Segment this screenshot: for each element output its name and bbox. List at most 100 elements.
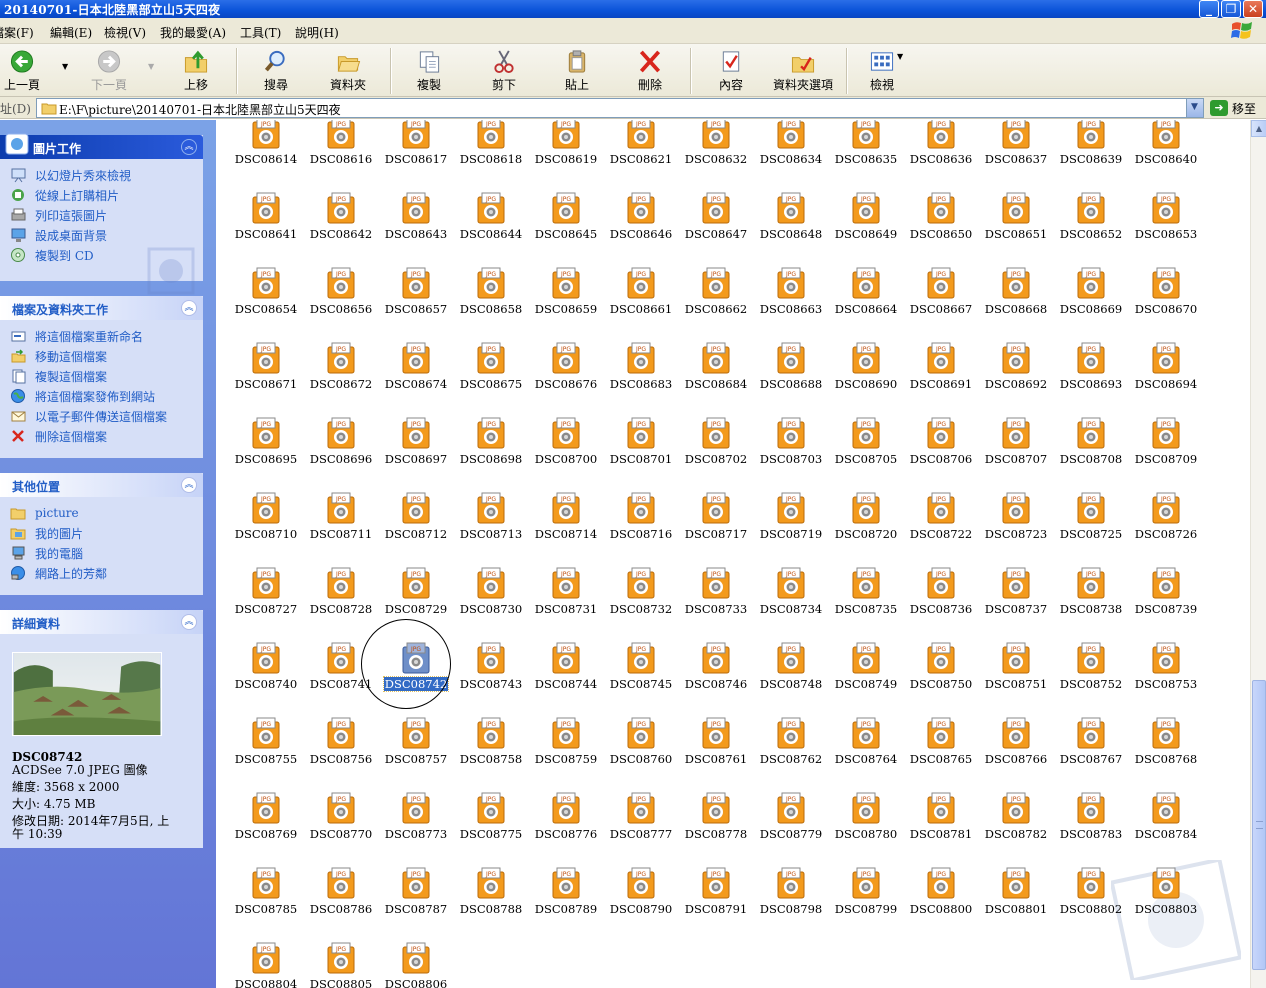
file-item[interactable]: JPG DSC08646 [603, 192, 679, 253]
other-places-header[interactable]: 其他位置 ︽ [0, 473, 203, 497]
file-item[interactable]: JPG DSC08745 [603, 642, 679, 703]
file-item[interactable]: JPG DSC08708 [1053, 417, 1129, 478]
collapse-chevron-icon[interactable]: ︽ [181, 477, 197, 493]
file-item[interactable]: JPG DSC08770 [303, 792, 379, 853]
file-item[interactable]: JPG DSC08717 [678, 492, 754, 553]
title-bar[interactable]: 20140701-日本北陸黑部立山5天四夜 _ ❐ ✕ [0, 0, 1266, 18]
file-item[interactable]: JPG DSC08737 [978, 567, 1054, 628]
file-item[interactable]: JPG DSC08731 [528, 567, 604, 628]
file-item[interactable]: JPG DSC08790 [603, 867, 679, 928]
file-item[interactable]: JPG DSC08659 [528, 267, 604, 328]
file-item[interactable]: JPG DSC08746 [678, 642, 754, 703]
file-item[interactable]: JPG DSC08791 [678, 867, 754, 928]
file-item[interactable]: JPG DSC08698 [453, 417, 529, 478]
menu-favorites[interactable]: 我的最愛(A) [160, 24, 226, 41]
file-item[interactable]: JPG DSC08806 [378, 942, 454, 988]
file-item[interactable]: JPG DSC08637 [978, 120, 1054, 178]
file-item[interactable]: JPG DSC08757 [378, 717, 454, 778]
file-item[interactable]: JPG DSC08671 [228, 342, 304, 403]
file-item[interactable]: JPG DSC08618 [453, 120, 529, 178]
file-item[interactable]: JPG DSC08789 [528, 867, 604, 928]
file-item[interactable]: JPG DSC08688 [753, 342, 829, 403]
task-print[interactable]: 列印這張圖片 [10, 205, 203, 225]
file-item[interactable]: JPG DSC08643 [378, 192, 454, 253]
file-item[interactable]: JPG DSC08691 [903, 342, 979, 403]
maximize-button[interactable]: ❐ [1221, 0, 1241, 18]
properties-button[interactable]: 內容 [717, 49, 745, 93]
file-item[interactable]: JPG DSC08683 [603, 342, 679, 403]
close-button[interactable]: ✕ [1243, 0, 1263, 18]
forward-button[interactable]: 下一頁 [91, 49, 127, 93]
task-set-background[interactable]: 設成桌面背景 [10, 225, 203, 245]
file-item[interactable]: JPG DSC08667 [903, 267, 979, 328]
file-item[interactable]: JPG DSC08736 [903, 567, 979, 628]
file-item[interactable]: JPG DSC08782 [978, 792, 1054, 853]
file-item[interactable]: JPG DSC08722 [903, 492, 979, 553]
file-item[interactable]: JPG DSC08799 [828, 867, 904, 928]
up-button[interactable]: 上移 [182, 49, 210, 93]
file-item[interactable]: JPG DSC08728 [303, 567, 379, 628]
file-item[interactable]: JPG DSC08739 [1128, 567, 1204, 628]
file-item[interactable]: JPG DSC08798 [753, 867, 829, 928]
file-item[interactable]: JPG DSC08619 [528, 120, 604, 178]
file-item[interactable]: JPG DSC08756 [303, 717, 379, 778]
file-item[interactable]: JPG DSC08726 [1128, 492, 1204, 553]
file-item[interactable]: JPG DSC08700 [528, 417, 604, 478]
file-item[interactable]: JPG DSC08640 [1128, 120, 1204, 178]
file-item[interactable]: JPG DSC08720 [828, 492, 904, 553]
file-item[interactable]: JPG DSC08761 [678, 717, 754, 778]
file-item[interactable]: JPG DSC08703 [753, 417, 829, 478]
file-item[interactable]: JPG DSC08784 [1128, 792, 1204, 853]
file-item[interactable]: JPG DSC08644 [453, 192, 529, 253]
file-item[interactable]: JPG DSC08777 [603, 792, 679, 853]
views-dropdown-icon[interactable]: ▼ [897, 52, 903, 61]
file-item[interactable]: JPG DSC08650 [903, 192, 979, 253]
copy-button[interactable]: 複製 [415, 49, 443, 93]
file-item[interactable]: JPG DSC08727 [228, 567, 304, 628]
file-item[interactable]: JPG DSC08645 [528, 192, 604, 253]
file-item[interactable]: JPG DSC08694 [1128, 342, 1204, 403]
file-item[interactable]: JPG DSC08657 [378, 267, 454, 328]
folders-button[interactable]: 資料夾 [330, 49, 366, 93]
file-item[interactable]: JPG DSC08663 [753, 267, 829, 328]
file-item[interactable]: JPG DSC08712 [378, 492, 454, 553]
file-item[interactable]: JPG DSC08634 [753, 120, 829, 178]
file-item[interactable]: JPG DSC08652 [1053, 192, 1129, 253]
file-item[interactable]: JPG DSC08802 [1053, 867, 1129, 928]
file-item[interactable]: JPG DSC08713 [453, 492, 529, 553]
file-item[interactable]: JPG DSC08767 [1053, 717, 1129, 778]
file-item[interactable]: JPG DSC08676 [528, 342, 604, 403]
file-item[interactable]: JPG DSC08733 [678, 567, 754, 628]
file-item[interactable]: JPG DSC08719 [753, 492, 829, 553]
forward-dropdown-icon[interactable]: ▼ [148, 62, 154, 71]
back-button[interactable]: 上一頁 [4, 49, 40, 93]
file-item[interactable]: JPG DSC08805 [303, 942, 379, 988]
file-item[interactable]: JPG DSC08647 [678, 192, 754, 253]
menu-view[interactable]: 檢視(V) [104, 24, 146, 41]
folder-options-button[interactable]: 資料夾選項 [773, 49, 833, 93]
file-item[interactable]: JPG DSC08801 [978, 867, 1054, 928]
task-publish[interactable]: 將這個檔案發佈到網站 [10, 386, 203, 406]
file-item[interactable]: JPG DSC08749 [828, 642, 904, 703]
file-item[interactable]: JPG DSC08648 [753, 192, 829, 253]
task-slideshow[interactable]: 以幻燈片秀來檢視 [10, 165, 203, 185]
file-item[interactable]: JPG DSC08766 [978, 717, 1054, 778]
file-item[interactable]: JPG DSC08752 [1053, 642, 1129, 703]
file-item[interactable]: JPG DSC08642 [303, 192, 379, 253]
file-item[interactable]: JPG DSC08716 [603, 492, 679, 553]
place-my-computer[interactable]: 我的電腦 [10, 543, 203, 563]
file-item[interactable]: JPG DSC08734 [753, 567, 829, 628]
file-item[interactable]: JPG DSC08787 [378, 867, 454, 928]
file-item[interactable]: JPG DSC08804 [228, 942, 304, 988]
file-item[interactable]: JPG DSC08654 [228, 267, 304, 328]
file-item[interactable]: JPG DSC08695 [228, 417, 304, 478]
file-item[interactable]: JPG DSC08740 [228, 642, 304, 703]
file-item[interactable]: JPG DSC08710 [228, 492, 304, 553]
scroll-up-button[interactable]: ▲ [1251, 120, 1266, 137]
search-button[interactable]: 搜尋 [262, 49, 290, 93]
file-item[interactable]: JPG DSC08776 [528, 792, 604, 853]
file-item[interactable]: JPG DSC08674 [378, 342, 454, 403]
file-item[interactable]: JPG DSC08765 [903, 717, 979, 778]
file-item[interactable]: JPG DSC08759 [528, 717, 604, 778]
file-item[interactable]: JPG DSC08741 [303, 642, 379, 703]
